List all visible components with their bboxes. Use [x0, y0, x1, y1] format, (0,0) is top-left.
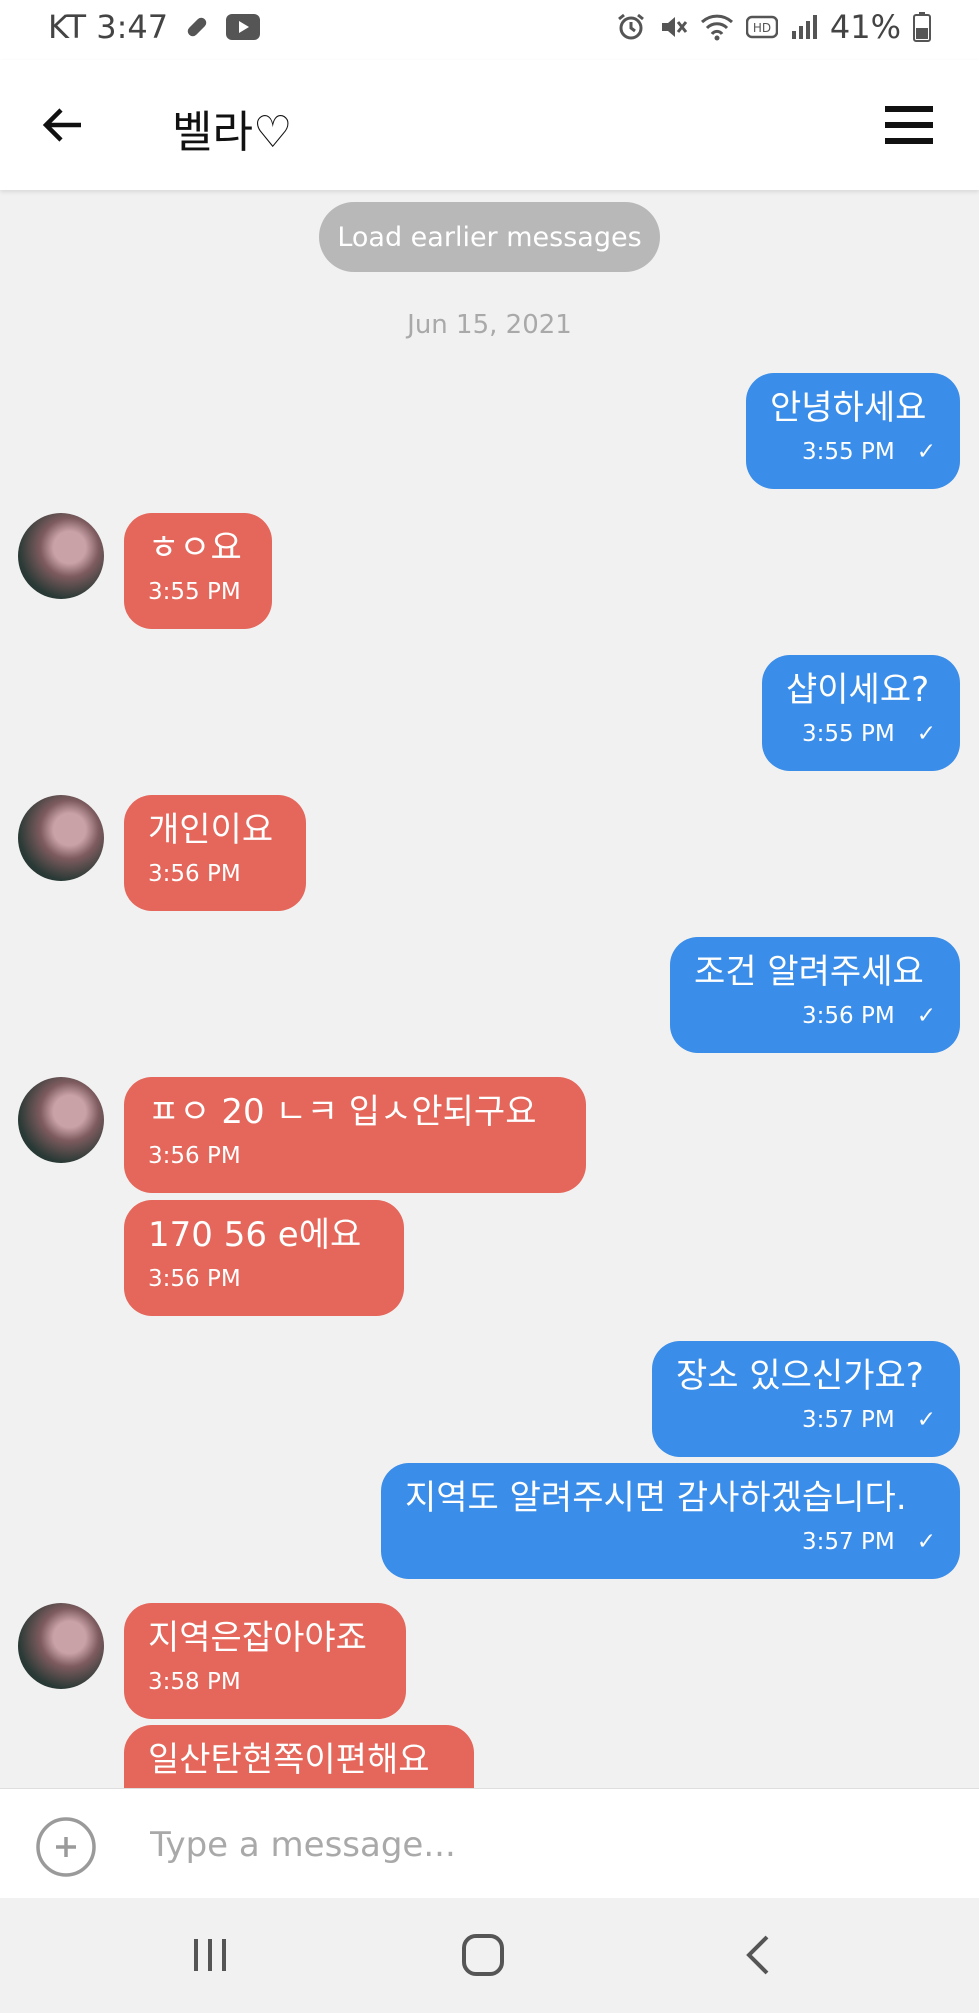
contact-avatar[interactable]	[18, 1077, 104, 1163]
message-text: 지역도 알려주시면 감사하겠습니다.	[405, 1478, 907, 1518]
message-text: 샵이세요?	[786, 670, 930, 710]
outgoing-message[interactable]: 조건 알려주세요 3:56 PM ✓	[670, 937, 960, 1053]
message-time: 3:56 PM	[148, 1143, 241, 1169]
incoming-message[interactable]: ㅍㅇ 20 ㄴㅋ 입ㅅ안되구요 3:56 PM	[124, 1077, 586, 1193]
hd-icon: HD	[745, 14, 778, 40]
chat-header: 벨라♡	[0, 60, 979, 190]
message-list[interactable]: Load earlier messages Jun 15, 2021 안녕하세요…	[0, 190, 979, 1788]
message-text: 안녕하세요	[770, 388, 927, 428]
contact-avatar[interactable]	[18, 513, 104, 599]
youtube-icon	[226, 14, 261, 40]
chat-screen: KT 3:47 HD 41% 벨라♡ Load earlier messages…	[0, 0, 979, 2013]
message-text: 조건 알려주세요	[694, 952, 924, 992]
battery-icon	[913, 12, 931, 42]
outgoing-message[interactable]: 장소 있으신가요? 3:57 PM ✓	[652, 1341, 960, 1457]
wifi-icon	[700, 12, 734, 42]
back-arrow-icon	[42, 108, 81, 142]
contact-name: 벨라♡	[172, 107, 293, 158]
svg-text:HD: HD	[753, 21, 771, 35]
outgoing-message[interactable]: 안녕하세요 3:55 PM ✓	[746, 373, 960, 489]
menu-button[interactable]	[883, 100, 935, 150]
chevron-left-icon	[746, 1935, 769, 1975]
message-time: 3:55 PM	[802, 721, 895, 747]
signal-icon	[790, 13, 818, 41]
check-icon: ✓	[916, 1407, 936, 1433]
system-nav-bar	[0, 1898, 979, 2013]
message-text: ㅍㅇ 20 ㄴㅋ 입ㅅ안되구요	[148, 1092, 537, 1132]
incoming-message[interactable]: 개인이요 3:56 PM	[124, 795, 306, 911]
check-icon: ✓	[916, 1003, 936, 1029]
check-icon: ✓	[916, 721, 936, 747]
message-time: 3:57 PM	[802, 1407, 895, 1433]
message-text: ㅎㅇ요	[148, 528, 242, 568]
message-time: 3:58 PM	[148, 1669, 241, 1695]
message-text: 170 56 e에요	[148, 1215, 362, 1255]
date-separator: Jun 15, 2021	[407, 310, 572, 340]
home-button[interactable]	[443, 1923, 523, 1987]
check-icon: ✓	[916, 439, 936, 465]
menu-icon	[885, 106, 933, 144]
carrier-time: KT 3:47	[48, 8, 169, 46]
message-time: 3:56 PM	[148, 1266, 241, 1292]
message-time: 3:55 PM	[802, 439, 895, 465]
contact-avatar[interactable]	[18, 1603, 104, 1689]
mute-icon	[658, 12, 688, 42]
battery-percent: 41%	[829, 8, 901, 46]
message-composer	[0, 1788, 979, 1898]
outgoing-message[interactable]: 샵이세요? 3:55 PM ✓	[762, 655, 960, 771]
check-icon: ✓	[916, 1529, 936, 1555]
outgoing-message[interactable]: 지역도 알려주시면 감사하겠습니다. 3:57 PM ✓	[381, 1463, 960, 1579]
message-time: 3:57 PM	[802, 1529, 895, 1555]
back-button[interactable]	[38, 100, 88, 150]
incoming-message[interactable]: 170 56 e에요 3:56 PM	[124, 1200, 404, 1316]
message-time: 3:55 PM	[148, 579, 241, 605]
recent-apps-button[interactable]	[170, 1923, 250, 1987]
incoming-message[interactable]: 일산탄현쪽이편해요	[124, 1725, 474, 1788]
message-text: 개인이요	[148, 810, 274, 850]
contact-avatar[interactable]	[18, 795, 104, 881]
home-icon	[462, 1934, 504, 1976]
pill-icon	[182, 12, 212, 42]
message-text: 일산탄현쪽이편해요	[148, 1740, 430, 1780]
status-bar: KT 3:47 HD 41%	[0, 0, 979, 60]
message-time: 3:56 PM	[148, 861, 241, 887]
attach-button[interactable]	[35, 1816, 97, 1878]
plus-circle-icon	[36, 1817, 96, 1877]
recent-apps-icon	[194, 1939, 226, 1971]
message-time: 3:56 PM	[802, 1003, 895, 1029]
incoming-message[interactable]: ㅎㅇ요 3:55 PM	[124, 513, 272, 629]
back-nav-button[interactable]	[718, 1923, 798, 1987]
incoming-message[interactable]: 지역은잡아야죠 3:58 PM	[124, 1603, 406, 1719]
message-input[interactable]	[150, 1814, 930, 1876]
load-earlier-button[interactable]: Load earlier messages	[319, 202, 660, 272]
alarm-icon	[616, 12, 646, 42]
message-text: 장소 있으신가요?	[676, 1356, 924, 1396]
message-text: 지역은잡아야죠	[148, 1618, 367, 1658]
